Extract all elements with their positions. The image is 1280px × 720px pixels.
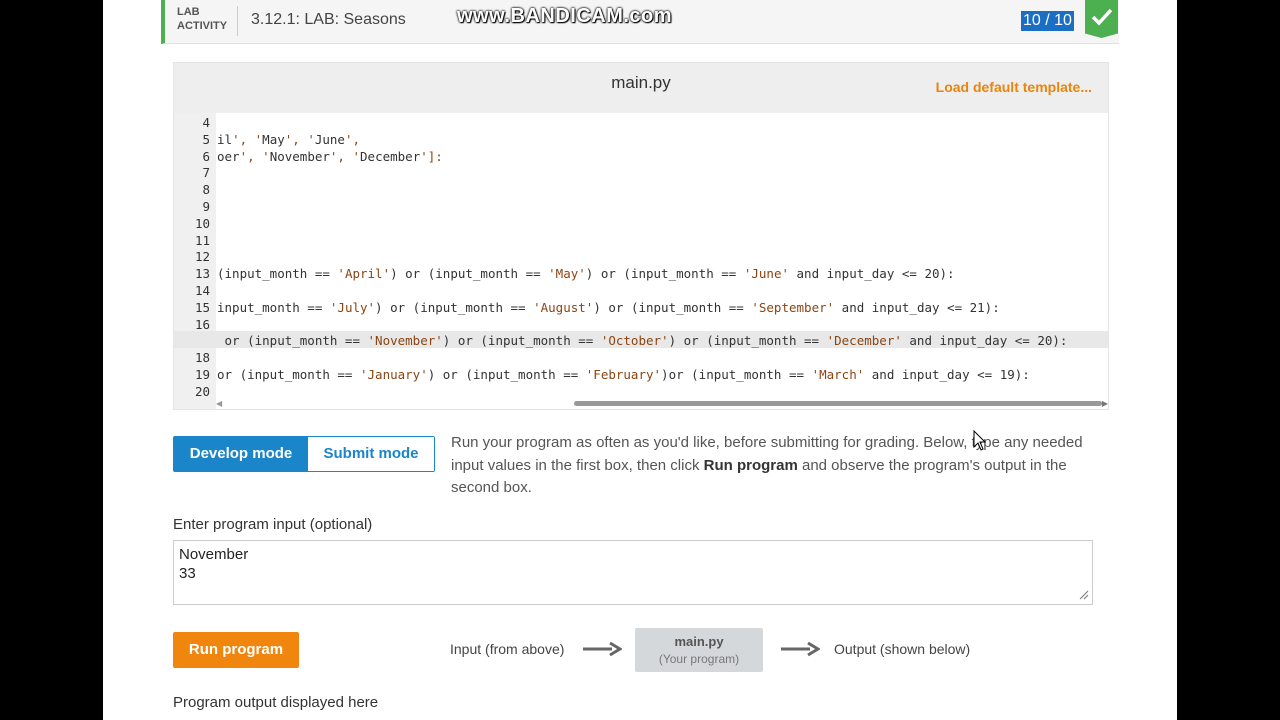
editor-header: main.py Load default template...	[174, 63, 1108, 113]
score-display: 10 / 10	[1021, 11, 1074, 31]
develop-mode-button[interactable]: Develop mode	[174, 437, 308, 471]
program-input-field[interactable]: November 33	[173, 540, 1093, 605]
instructions-text: Run your program as often as you'd like,…	[451, 432, 1111, 500]
line-number: 7	[202, 165, 210, 181]
instructions-run-program: Run program	[703, 456, 798, 474]
line-number: 6	[202, 148, 210, 164]
program-input-label: Enter program input (optional)	[173, 516, 373, 533]
code-line[interactable]: input_month == 'July') or (input_month =…	[217, 300, 1000, 315]
code-line[interactable]: oer', 'November', 'December']:	[217, 149, 443, 164]
line-number: 14	[194, 283, 210, 298]
mode-toggle: Develop mode Submit mode	[173, 436, 435, 472]
line-number: 10	[194, 215, 210, 231]
program-box-subtitle: (Your program)	[658, 652, 740, 666]
line-number: 16	[194, 316, 210, 332]
line-number: 19	[194, 367, 210, 382]
code-line[interactable]: or (input_month == 'November') or (input…	[217, 333, 1068, 348]
program-box: main.py (Your program)	[635, 628, 763, 672]
input-from-above-label: Input (from above)	[450, 641, 565, 657]
scroll-left-arrow-icon[interactable]: ◀	[216, 399, 222, 408]
program-box-name: main.py	[674, 634, 724, 649]
arrow-right-icon	[583, 641, 622, 657]
submit-mode-button[interactable]: Submit mode	[308, 437, 434, 471]
completion-badge	[1085, 0, 1118, 38]
lab-page: LAB ACTIVITY 3.12.1: LAB: Seasons 10 / 1…	[103, 0, 1177, 720]
load-default-template-link[interactable]: Load default template...	[936, 79, 1092, 95]
mouse-cursor-icon	[973, 430, 987, 451]
lab-activity-tag: LAB ACTIVITY	[177, 5, 227, 33]
code-line[interactable]: (input_month == 'April') or (input_month…	[217, 266, 955, 281]
line-number: 13	[194, 266, 210, 282]
line-number: 4	[202, 115, 210, 130]
code-line[interactable]: or (input_month == 'January') or (input_…	[217, 367, 1030, 382]
lab-tag-line1: LAB	[177, 6, 200, 18]
line-number: 8	[202, 182, 210, 198]
code-editor: main.py Load default template... 4567891…	[173, 62, 1109, 410]
arrow-right-icon	[781, 641, 820, 657]
run-program-button[interactable]: Run program	[173, 632, 299, 668]
line-number: 18	[194, 350, 210, 366]
line-number: 12	[194, 249, 210, 265]
line-number: 20	[194, 383, 210, 399]
program-output-label: Program output displayed here	[173, 694, 379, 711]
code-line[interactable]: il', 'May', 'June',	[217, 132, 360, 147]
line-number-gutter: 4567891011121314151617181920	[174, 113, 216, 409]
line-number: 15	[194, 299, 210, 315]
scrollbar-thumb[interactable]	[574, 401, 1102, 406]
horizontal-scrollbar[interactable]: ◀ ▶	[216, 397, 1108, 409]
recording-watermark: www.BANDICAM.com	[457, 5, 673, 27]
line-number: 5	[202, 131, 210, 147]
header-divider	[237, 6, 238, 36]
line-number: 11	[194, 232, 210, 248]
scroll-right-arrow-icon[interactable]: ▶	[1102, 399, 1108, 408]
resize-grip-icon[interactable]	[1077, 588, 1089, 600]
line-number: 9	[202, 199, 210, 214]
lab-title: 3.12.1: LAB: Seasons	[251, 11, 406, 28]
lab-tag-line2: ACTIVITY	[177, 20, 228, 32]
checkmark-icon	[1091, 8, 1113, 26]
output-shown-below-label: Output (shown below)	[834, 641, 971, 657]
